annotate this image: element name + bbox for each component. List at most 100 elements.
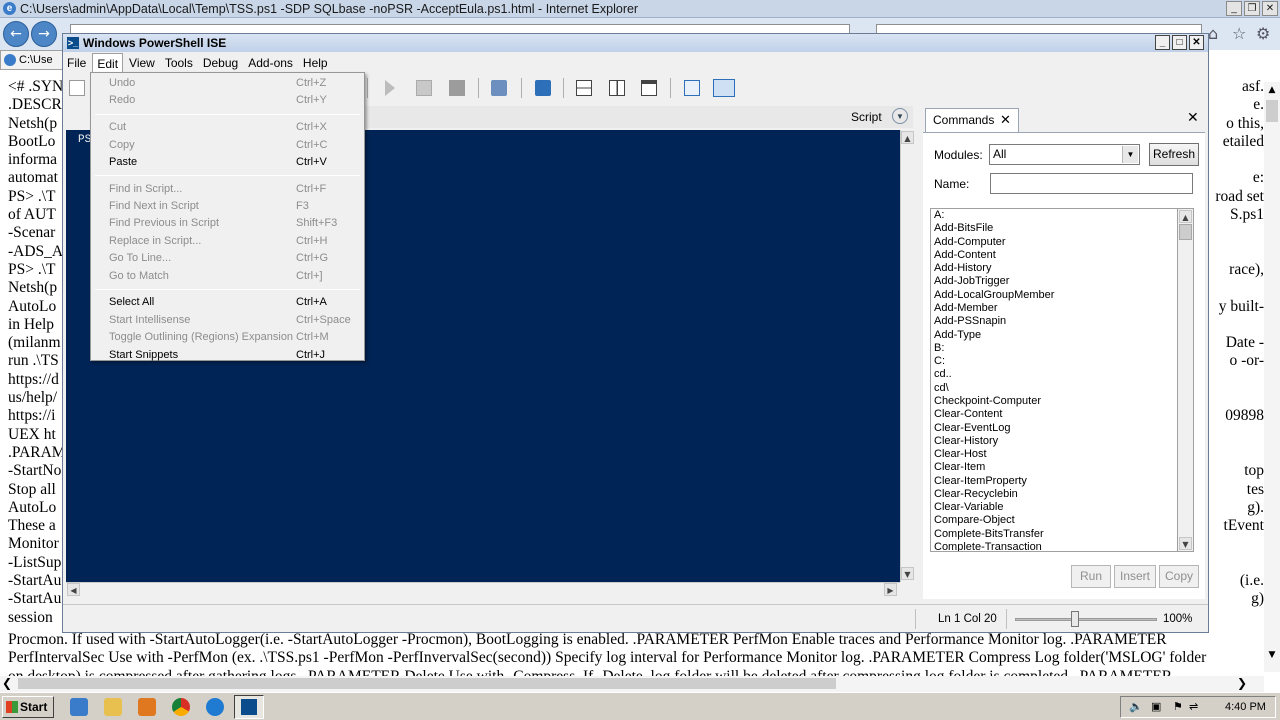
commands-list[interactable]: A: Add-BitsFile Add-Computer Add-Content Add… [930, 208, 1178, 552]
ie-vscroll-thumb[interactable] [1266, 100, 1278, 122]
network-icon[interactable]: ▣ [1151, 697, 1161, 717]
refresh-button[interactable]: Refresh [1149, 143, 1199, 166]
insert-button[interactable]: Insert [1114, 565, 1156, 588]
command-list-item[interactable]: Add-BitsFile [931, 222, 1177, 235]
run-selection-icon[interactable] [416, 80, 432, 96]
modules-dropdown[interactable]: All ▼ [989, 144, 1140, 165]
flag-icon[interactable]: ⚑ [1173, 697, 1183, 717]
command-list-item[interactable]: B: [931, 342, 1177, 355]
back-button[interactable]: ← [3, 21, 29, 47]
command-list-item[interactable]: Clear-Host [931, 448, 1177, 461]
command-list-item[interactable]: cd\ [931, 382, 1177, 395]
menu-edit[interactable]: Edit [92, 53, 124, 73]
media-player-taskbar-icon[interactable] [138, 698, 156, 716]
command-list-item[interactable]: Clear-Content [931, 408, 1177, 421]
zoom-slider-thumb[interactable] [1071, 611, 1080, 627]
copy-button[interactable]: Copy [1159, 565, 1199, 588]
show-script-pane-icon[interactable]: ▼ [892, 108, 908, 124]
menu-addons[interactable]: Add-ons [244, 53, 297, 73]
home-icon[interactable]: ⌂ [1208, 24, 1218, 43]
tab-commands[interactable]: Commands ✕ [925, 108, 1019, 132]
edit-menu-item[interactable]: Select All Ctrl+A [91, 294, 364, 311]
edit-menu-item[interactable]: Start Snippets Ctrl+J [91, 347, 364, 364]
remote-powershell-icon[interactable] [491, 80, 507, 96]
powershell-console-icon[interactable] [535, 80, 551, 96]
scroll-up-arrow-icon[interactable]: ▲ [1264, 82, 1280, 98]
command-list-item[interactable]: Checkpoint-Computer [931, 395, 1177, 408]
menu-help[interactable]: Help [299, 53, 332, 73]
command-list-item[interactable]: Clear-History [931, 435, 1177, 448]
name-filter-input[interactable] [990, 173, 1193, 194]
command-list-item[interactable]: Clear-Variable [931, 501, 1177, 514]
close-pane-icon[interactable]: ✕ [1187, 110, 1199, 126]
close-tab-icon[interactable]: ✕ [1000, 109, 1011, 131]
list-scroll-thumb[interactable] [1179, 224, 1192, 240]
command-list-item[interactable]: Complete-Transaction [931, 541, 1177, 551]
explorer-taskbar-icon[interactable] [104, 698, 122, 716]
command-list-item[interactable]: Clear-EventLog [931, 422, 1177, 435]
command-list-item[interactable]: Compare-Object [931, 514, 1177, 527]
edit-menu-item[interactable]: Paste Ctrl+V [91, 154, 364, 171]
command-list-item[interactable]: Add-Member [931, 302, 1177, 315]
command-list-item[interactable]: Add-Type [931, 329, 1177, 342]
command-list-item[interactable]: C: [931, 355, 1177, 368]
stop-icon[interactable] [449, 80, 465, 96]
command-list-item[interactable]: A: [931, 209, 1177, 222]
new-script-icon[interactable] [69, 80, 85, 96]
console-scroll-right-icon[interactable]: ▶ [884, 583, 897, 596]
menu-view[interactable]: View [125, 53, 159, 73]
console-scroll-left-icon[interactable]: ◀ [67, 583, 80, 596]
show-command-addon-icon[interactable] [713, 79, 735, 97]
favorites-icon[interactable]: ☆ [1232, 24, 1246, 43]
show-script-maximized-icon[interactable] [641, 80, 657, 96]
scroll-left-arrow-icon[interactable]: ❮ [2, 676, 12, 690]
forward-button[interactable]: → [31, 21, 57, 47]
zoom-slider-track[interactable] [1015, 618, 1157, 621]
scroll-down-arrow-icon[interactable]: ▼ [1264, 647, 1280, 663]
menu-tools[interactable]: Tools [161, 53, 197, 73]
command-list-item[interactable]: Add-LocalGroupMember [931, 289, 1177, 302]
start-button[interactable]: Start [2, 696, 54, 718]
restore-button[interactable]: ❐ [1244, 1, 1260, 16]
console-horizontal-scrollbar[interactable]: ◀ ▶ [66, 582, 900, 597]
minimize-button[interactable]: _ [1226, 1, 1242, 16]
run-script-icon[interactable] [385, 80, 395, 96]
ie-vertical-scrollbar[interactable]: ▲ ▼ [1264, 82, 1280, 672]
usb-icon[interactable]: ⇌ [1189, 697, 1198, 717]
command-list-item[interactable]: Add-History [931, 262, 1177, 275]
console-vertical-scrollbar[interactable]: ▲ ▼ [900, 130, 915, 582]
list-scroll-down-icon[interactable]: ▼ [1179, 537, 1192, 550]
powershell-ise-taskbar-button[interactable] [234, 695, 264, 719]
console-scroll-up-icon[interactable]: ▲ [901, 131, 914, 144]
menu-debug[interactable]: Debug [199, 53, 242, 73]
ie-hscroll-thumb[interactable] [18, 678, 836, 689]
ise-minimize-button[interactable]: _ [1155, 35, 1170, 50]
ise-close-button[interactable]: ✕ [1189, 35, 1204, 50]
list-scroll-up-icon[interactable]: ▲ [1179, 210, 1192, 223]
command-list-item[interactable]: Clear-Recyclebin [931, 488, 1177, 501]
settings-gear-icon[interactable]: ⚙ [1256, 24, 1270, 43]
console-scroll-down-icon[interactable]: ▼ [901, 567, 914, 580]
command-list-item[interactable]: Complete-BitsTransfer [931, 528, 1177, 541]
command-list-item[interactable]: Add-PSSnapin [931, 315, 1177, 328]
commands-list-scrollbar[interactable]: ▲ ▼ [1178, 208, 1194, 552]
close-button[interactable]: ✕ [1262, 1, 1278, 16]
command-list-item[interactable]: Add-Content [931, 249, 1177, 262]
command-list-item[interactable]: Clear-ItemProperty [931, 475, 1177, 488]
show-command-window-icon[interactable] [684, 80, 700, 96]
ise-maximize-button[interactable]: □ [1172, 35, 1187, 50]
scroll-right-arrow-icon[interactable]: ❯ [1237, 676, 1247, 690]
edge-taskbar-icon[interactable] [206, 698, 224, 716]
ie-tab[interactable]: C:\Use [0, 50, 64, 70]
command-list-item[interactable]: Add-JobTrigger [931, 275, 1177, 288]
run-button[interactable]: Run [1071, 565, 1111, 588]
chrome-taskbar-icon[interactable] [172, 698, 190, 716]
menu-file[interactable]: File [63, 53, 90, 73]
command-list-item[interactable]: Add-Computer [931, 236, 1177, 249]
command-list-item[interactable]: cd.. [931, 368, 1177, 381]
show-script-top-icon[interactable] [576, 80, 592, 96]
volume-icon[interactable]: 🔈 [1129, 697, 1143, 717]
command-list-item[interactable]: Clear-Item [931, 461, 1177, 474]
show-script-right-icon[interactable] [609, 80, 625, 96]
ie-taskbar-icon[interactable] [70, 698, 88, 716]
